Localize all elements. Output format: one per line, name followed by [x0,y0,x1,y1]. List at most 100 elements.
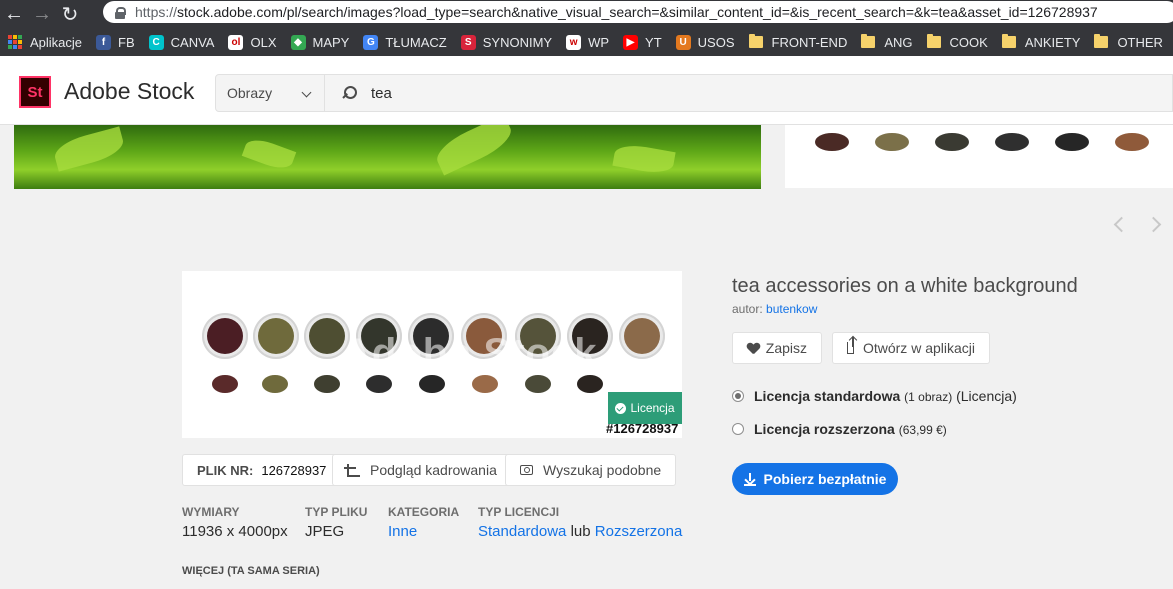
chevron-down-icon [301,87,312,98]
file-number-box: PLIK NR: 126728937 [182,454,342,486]
folder-icon [1001,34,1016,48]
more-same-series-label[interactable]: WIĘCEJ (TA SAMA SERIA) [182,565,320,577]
tea-heap [577,375,603,393]
bookmark-other[interactable]: OTHER [1094,34,1163,50]
brand-name[interactable]: Adobe Stock [64,78,194,105]
bookmark-label: FB [118,34,135,50]
tea-jar [253,313,299,359]
license-extended-radio[interactable] [732,423,744,435]
synonimy-icon: S [460,34,476,50]
bookmark-label: CANVA [170,34,215,50]
bookmark-olx[interactable]: ol OLX [228,34,277,50]
tea-heap [525,375,551,393]
usos-icon: U [675,34,691,50]
tea-pile [995,133,1029,151]
result-thumbnail-green-tea[interactable] [14,125,761,189]
bookmark-mapy[interactable]: ◆ MAPY [290,34,349,50]
bookmark-label: OTHER [1117,34,1163,50]
download-free-button[interactable]: Pobierz bezpłatnie [732,463,898,495]
download-icon [743,472,756,486]
licensed-badge[interactable]: Licencja [608,392,682,424]
bookmark-label: SYNONIMY [482,34,553,50]
bookmark-label: YT [645,34,662,50]
tea-jar [619,313,665,359]
content-type-value: Obrazy [227,85,273,101]
bookmark-fb[interactable]: f FB [96,34,135,50]
url-scheme: https:// [135,4,178,20]
author-line: autor: butenkow [732,302,817,316]
address-bar[interactable]: https://stock.adobe.com/pl/search/images… [103,1,1173,23]
find-similar-label: Wyszukaj podobne [543,462,662,478]
bookmark-label: FRONT-END [771,34,848,50]
license-extended-option[interactable]: Licencja rozszerzona (63,99 €) [754,421,947,437]
bookmark-front-end[interactable]: FRONT-END [748,34,848,50]
canva-icon: C [148,34,164,50]
filetype-label: TYP PLIKU [305,505,368,519]
license-type-value: Standardowa lub Rozszerzona [478,523,682,540]
adobe-stock-logo[interactable]: St [19,76,51,108]
site-header: St Adobe Stock Obrazy tea [0,56,1173,125]
tea-heap [212,375,238,393]
heart-icon [747,343,757,354]
folder-icon [748,34,763,48]
bookmark-usos[interactable]: U USOS [675,34,735,50]
author-link[interactable]: butenkow [766,302,817,316]
license-type-label: TYP LICENCJI [478,505,560,519]
leaf-shape [51,126,127,172]
tea-heap [419,375,445,393]
wp-icon: w [566,34,582,50]
content-type-select[interactable]: Obrazy [215,74,325,112]
previous-arrow-icon[interactable] [1113,216,1130,233]
bookmark-label: WP [588,34,610,50]
leaf-shape [612,141,676,177]
leaf-shape [431,125,517,176]
license-extended-link[interactable]: Rozszerzona [595,523,683,540]
url-text: https://stock.adobe.com/pl/search/images… [135,4,1098,20]
folder-icon [1094,34,1109,48]
tea-jar [202,313,248,359]
reload-icon[interactable]: ↻ [56,2,84,26]
license-standard-radio[interactable] [732,390,744,402]
camera-icon [520,465,533,475]
bookmark-tłumacz[interactable]: G TŁUMACZ [363,34,447,50]
facebook-icon: f [96,34,112,50]
find-similar-button[interactable]: Wyszukaj podobne [505,454,677,486]
bookmark-ankiety[interactable]: ANKIETY [1001,34,1080,50]
search-input[interactable]: tea [325,74,1173,112]
bookmark-cook[interactable]: COOK [926,34,988,50]
asset-title: tea accessories on a white background [732,275,1078,297]
open-in-app-button[interactable]: Otwórz w aplikacji [832,332,990,364]
next-arrow-icon[interactable] [1145,216,1162,233]
bookmark-canva[interactable]: C CANVA [148,34,215,50]
license-standard-name: Licencja standardowa [754,388,901,404]
bookmark-ang[interactable]: ANG [861,34,913,50]
forward-arrow-icon[interactable]: → [28,2,56,26]
bookmark-aplikacje[interactable]: Aplikacje [8,35,82,50]
save-button[interactable]: Zapisz [732,332,822,364]
crop-preview-button[interactable]: Podgląd kadrowania [332,454,512,486]
category-link[interactable]: Inne [388,523,417,540]
result-thumbnail-tea-piles[interactable] [785,125,1173,188]
url-path: stock.adobe.com/pl/search/images?load_ty… [177,4,1098,20]
download-label: Pobierz bezpłatnie [763,471,887,487]
bookmark-synonimy[interactable]: S SYNONIMY [460,34,553,50]
license-standard-note: (1 obraz) [904,390,953,404]
back-arrow-icon[interactable]: ← [0,2,28,26]
licensed-badge-label: Licencja [630,401,675,415]
license-standard-option[interactable]: Licencja standardowa (1 obraz) (Licencja… [754,388,1017,404]
dimensions-label: WYMIARY [182,505,240,519]
license-standard-link[interactable]: Standardowa [478,523,566,540]
bookmark-wp[interactable]: w WP [566,34,610,50]
license-extended-name: Licencja rozszerzona [754,421,895,437]
bookmark-yt[interactable]: ▶ YT [623,34,662,50]
leaf-shape [241,135,297,173]
bookmark-label: OLX [250,34,277,50]
file-number-value: 126728937 [261,462,327,478]
bookmark-label: USOS [697,34,735,50]
crop-icon [344,463,360,477]
check-circle-icon [615,402,627,414]
tea-heap [314,375,340,393]
asset-id-label: #126728937 [606,421,679,436]
crop-preview-label: Podgląd kadrowania [370,462,497,478]
asset-preview-image[interactable]: Adobe Stock Licencja #126728937 [182,271,682,438]
